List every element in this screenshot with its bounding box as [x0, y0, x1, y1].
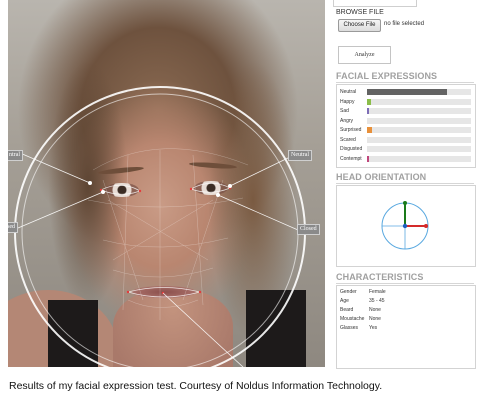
expression-bar-track [367, 146, 471, 152]
expression-label: Scared [340, 136, 356, 143]
expression-bar-track [367, 136, 471, 143]
expression-row: Sad [337, 107, 475, 115]
characteristic-row: Age 35 - 45 [340, 298, 470, 305]
axis-forward [402, 223, 408, 229]
characteristic-value: 35 - 45 [369, 298, 385, 304]
expression-bar [367, 98, 372, 105]
expression-bar-track [367, 127, 471, 133]
analysis-panel: BROWSE FILE Choose File no file selected… [333, 0, 484, 370]
eye-state-tag-left: ntral [8, 150, 23, 161]
expression-bar-track [367, 89, 471, 95]
expression-row: Happy [337, 98, 475, 106]
top-frame [333, 0, 417, 7]
head-orientation-title: HEAD ORIENTATION [336, 172, 427, 182]
characteristic-key: Glasses [340, 325, 359, 331]
eye-state-tag-right: Neutral [288, 150, 312, 161]
face-mesh-overlay [14, 86, 306, 367]
characteristic-row: Glasses Yes [340, 325, 470, 332]
section-divider [336, 183, 474, 184]
expression-label: Angry [340, 117, 354, 124]
expression-row: Surprised [337, 126, 475, 134]
expression-bar-track [367, 98, 471, 105]
expression-bar-track [367, 155, 471, 162]
characteristic-row: Gender Female [340, 289, 470, 296]
expression-bar-track [367, 117, 471, 124]
characteristic-row: Beard None [340, 307, 470, 314]
face-mesh [87, 148, 249, 320]
characteristics-title: CHARACTERISTICS [336, 272, 424, 282]
expression-row: Scared [337, 136, 475, 144]
section-divider [336, 82, 474, 83]
browse-file-label: BROWSE FILE [336, 9, 384, 16]
expression-label: Disgusted [340, 146, 363, 152]
expression-bar [367, 108, 369, 114]
eye-open-tag-left: sed [8, 222, 18, 233]
eye-open-tag-right: Closed [297, 224, 320, 235]
characteristics-table: Gender Female Age 35 - 45 Beard None Moustache… [336, 285, 476, 369]
expression-bar [367, 127, 373, 133]
characteristic-row: Moustache None [340, 316, 470, 323]
face-photo: ntral Neutral sed Closed [8, 0, 325, 367]
choose-file-button[interactable]: Choose File [338, 19, 381, 32]
characteristic-value: Female [369, 289, 386, 295]
head-orientation-widget [336, 185, 476, 267]
expression-bar [367, 89, 448, 95]
expression-label: Contempt [340, 155, 362, 162]
expression-label: Happy [340, 98, 355, 105]
characteristic-key: Gender [340, 289, 357, 295]
expression-label: Surprised [340, 127, 362, 133]
expression-row: Angry [337, 117, 475, 125]
caption: Results of my facial expression test. Co… [9, 380, 383, 392]
characteristic-key: Beard [340, 307, 354, 313]
expression-label: Neutral [340, 89, 357, 95]
expression-row: Contempt [337, 155, 475, 163]
expression-row: Disgusted [337, 145, 475, 153]
facial-expressions-title: FACIAL EXPRESSIONS [336, 71, 438, 81]
orientation-gizmo [381, 201, 429, 250]
analyze-button[interactable]: Analyze [338, 46, 391, 64]
expression-label: Sad [340, 108, 349, 114]
characteristic-key: Moustache [340, 316, 365, 322]
expression-row: Neutral [337, 88, 475, 96]
characteristic-value: Yes [369, 325, 378, 331]
no-file-status: no file selected [384, 21, 425, 27]
characteristic-value: None [369, 307, 381, 313]
expression-bar [367, 155, 369, 162]
facial-expressions-chart: Neutral Happy Sad Angry Surprised Scared Disgu… [336, 84, 476, 168]
characteristic-value: None [369, 316, 381, 322]
section-divider [336, 283, 474, 284]
expression-bar-track [367, 108, 471, 114]
characteristic-key: Age [340, 298, 349, 304]
